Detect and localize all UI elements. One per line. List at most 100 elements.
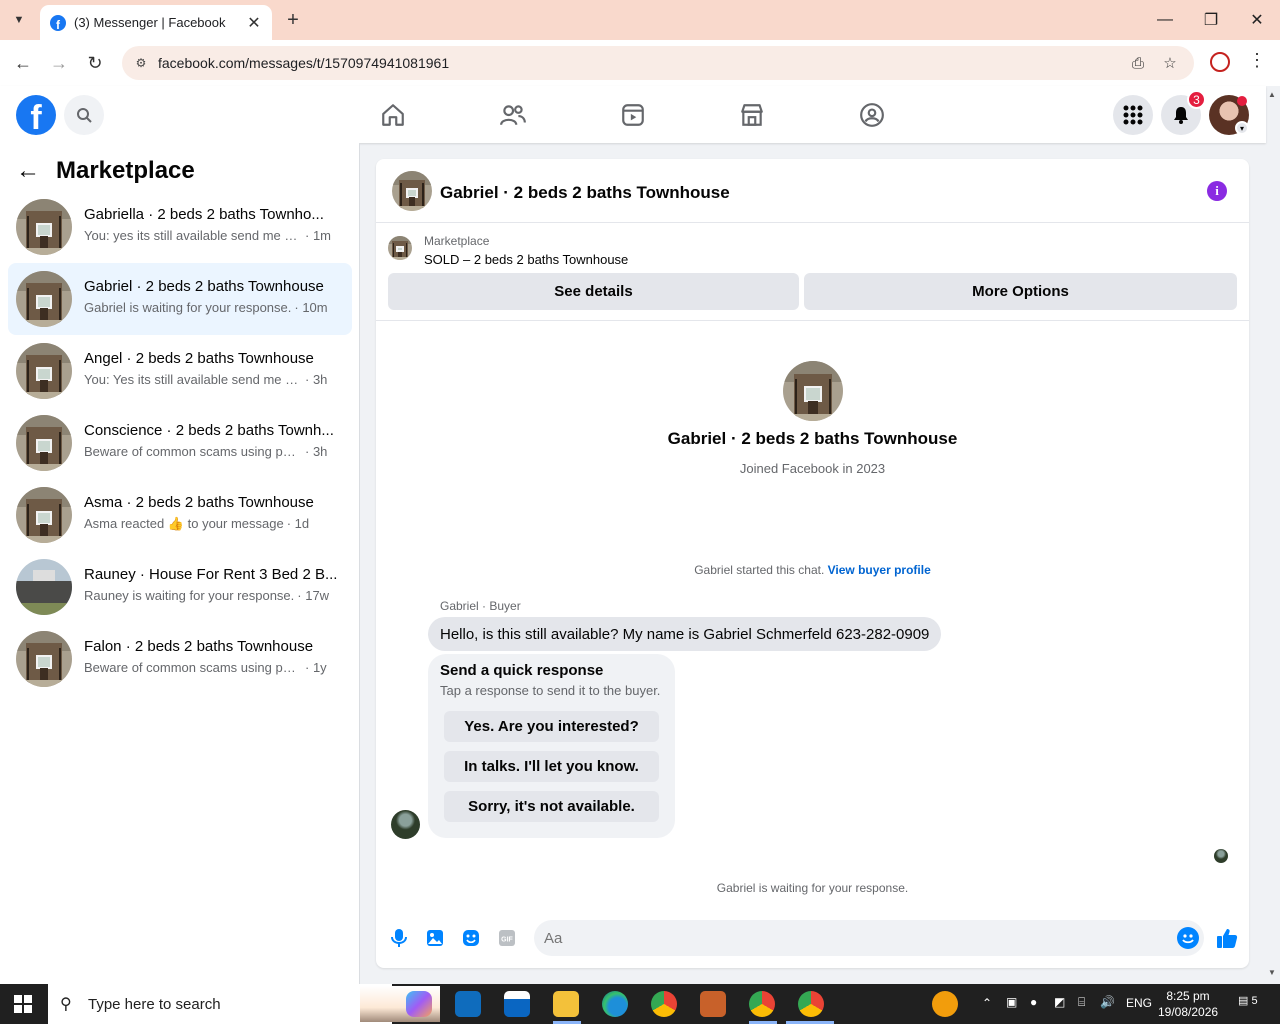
browser-tab[interactable]: f (3) Messenger | Facebook ✕ xyxy=(40,5,272,40)
address-url[interactable]: facebook.com/messages/t/1570974941081961 xyxy=(158,55,449,71)
listing-thumbnail xyxy=(16,199,72,255)
listing-thumbnail xyxy=(16,631,72,687)
conversation-time: · 3h xyxy=(305,372,328,387)
taskbar-clock[interactable]: 8:25 pm 19/08/2026 xyxy=(1158,988,1218,1020)
chat-title[interactable]: Gabriel · 2 beds 2 baths Townhouse xyxy=(440,183,730,203)
taskbar-search[interactable]: ⚲ Type here to search xyxy=(48,984,440,1024)
quick-response-yes-button[interactable]: Yes. Are you interested? xyxy=(444,711,659,742)
store-icon[interactable] xyxy=(504,991,530,1017)
more-options-button[interactable]: More Options xyxy=(804,273,1237,310)
restore-button[interactable]: ❐ xyxy=(1196,8,1226,32)
conversation-time: · 17w xyxy=(297,588,330,603)
nav-home[interactable] xyxy=(374,96,412,134)
back-arrow-icon[interactable]: ← xyxy=(16,157,46,185)
nav-friends[interactable] xyxy=(494,96,532,134)
quick-response-in-talks-button[interactable]: In talks. I'll let you know. xyxy=(444,751,659,782)
new-tab-button[interactable]: + xyxy=(282,8,304,32)
quick-response-title: Send a quick response xyxy=(440,662,604,679)
conversation-item[interactable]: Angel · 2 beds 2 baths Townhouse You: Ye… xyxy=(8,335,352,407)
conversation-item[interactable]: Asma · 2 beds 2 baths Townhouse Asma rea… xyxy=(8,479,352,551)
chrome-profile-icon[interactable] xyxy=(749,991,775,1017)
file-explorer-icon[interactable] xyxy=(553,991,579,1017)
copilot-icon[interactable] xyxy=(406,991,432,1017)
conversation-item[interactable]: Falon · 2 beds 2 baths Townhouse Beware … xyxy=(8,623,352,695)
listing-thumbnail xyxy=(16,271,72,327)
conversation-time: · 3h xyxy=(305,444,328,459)
quick-response-subtitle: Tap a response to send it to the buyer. xyxy=(440,683,661,698)
profile-name: Gabriel · 2 beds 2 baths Townhouse xyxy=(667,429,958,448)
info-icon[interactable]: i xyxy=(1207,181,1227,201)
close-window-button[interactable]: ✕ xyxy=(1242,8,1272,32)
emoji-icon[interactable] xyxy=(1177,927,1199,949)
facebook-logo-icon[interactable]: f xyxy=(16,95,56,135)
quick-response-sorry-button[interactable]: Sorry, it's not available. xyxy=(444,791,659,822)
nav-video[interactable] xyxy=(614,96,652,134)
back-button[interactable]: ← xyxy=(10,50,36,76)
uv-index-icon[interactable] xyxy=(932,991,958,1017)
avatar-alert-dot xyxy=(1237,96,1247,106)
buyer-avatar[interactable] xyxy=(391,810,420,839)
app-shortcut-icon[interactable] xyxy=(700,991,726,1017)
browser-profile-icon[interactable] xyxy=(1210,52,1230,72)
svg-text:GIF: GIF xyxy=(501,937,513,944)
conversation-item[interactable]: Gabriella · 2 beds 2 baths Townho... You… xyxy=(8,191,352,263)
gif-icon[interactable]: GIF xyxy=(496,927,518,949)
outlook-icon[interactable] xyxy=(455,991,481,1017)
listing-thumbnail xyxy=(16,343,72,399)
profile-avatar[interactable] xyxy=(783,361,843,421)
grid-menu-icon xyxy=(1123,105,1143,125)
nav-marketplace[interactable] xyxy=(733,96,771,134)
reload-button[interactable]: ↻ xyxy=(82,50,108,76)
menu-grid-button[interactable] xyxy=(1113,95,1153,135)
listing-thumbnail xyxy=(16,415,72,471)
conversation-name: Gabriella · 2 beds 2 baths Townho... xyxy=(84,206,324,223)
chat-avatar[interactable] xyxy=(392,171,432,211)
message-bubble: Hello, is this still available? My name … xyxy=(428,617,942,651)
language-indicator[interactable]: ENG xyxy=(1126,996,1152,1010)
photo-icon[interactable] xyxy=(424,927,446,949)
network-icon[interactable]: ⌸ xyxy=(1078,995,1085,1010)
search-button[interactable] xyxy=(64,95,104,135)
conversation-item[interactable]: Conscience · 2 beds 2 baths Townh... Bew… xyxy=(8,407,352,479)
browser-menu-icon[interactable]: ⋮ xyxy=(1248,50,1266,71)
groups-icon xyxy=(860,103,884,127)
scroll-up-arrow-icon[interactable]: ▲ xyxy=(1268,90,1276,99)
tab-search-chevron-icon[interactable]: ▼ xyxy=(6,8,32,32)
forward-button[interactable]: → xyxy=(46,50,72,76)
site-settings-icon[interactable]: ⚙ xyxy=(132,54,150,72)
conversation-sidebar: ← Marketplace Gabriella · 2 beds 2 baths… xyxy=(0,143,360,984)
listing-source-label: Marketplace xyxy=(424,234,490,248)
view-buyer-profile-link[interactable]: View buyer profile xyxy=(828,563,931,577)
windows-start-icon[interactable] xyxy=(14,995,32,1013)
conversation-name: Rauney · House For Rent 3 Bed 2 B... xyxy=(84,566,338,583)
conversation-item[interactable]: Rauney · House For Rent 3 Bed 2 B... Rau… xyxy=(8,551,352,623)
microphone-icon[interactable] xyxy=(388,927,410,949)
scroll-down-arrow-icon[interactable]: ▼ xyxy=(1268,968,1276,977)
conversation-preview: Gabriel is waiting for your response. xyxy=(84,300,292,315)
chrome-active-icon[interactable] xyxy=(798,991,824,1017)
tray-chevron-icon[interactable]: ⌃ xyxy=(982,996,992,1010)
chat-started-notice: Gabriel started this chat. View buyer pr… xyxy=(376,563,1249,577)
tray-app-icon[interactable]: ▣ xyxy=(1006,995,1017,1009)
message-input[interactable] xyxy=(544,920,1164,956)
tray-chrome-icon[interactable]: ● xyxy=(1030,995,1037,1009)
sticker-icon[interactable] xyxy=(460,927,482,949)
notification-center-icon[interactable]: ▤ 5 xyxy=(1238,994,1260,1014)
volume-icon[interactable]: 🔊 xyxy=(1100,995,1115,1009)
edge-icon[interactable] xyxy=(602,991,628,1017)
facebook-header: f 3 ▾ xyxy=(0,86,1266,143)
address-bar[interactable]: ⚙ facebook.com/messages/t/15709749410819… xyxy=(122,46,1194,80)
bookmark-star-icon[interactable]: ☆ xyxy=(1160,54,1180,72)
tray-nvidia-icon[interactable]: ◩ xyxy=(1054,995,1065,1009)
see-details-button[interactable]: See details xyxy=(388,273,799,310)
chrome-icon[interactable] xyxy=(651,991,677,1017)
nav-groups[interactable] xyxy=(853,96,891,134)
thumbs-up-icon[interactable] xyxy=(1215,926,1239,950)
minimize-button[interactable]: — xyxy=(1150,8,1180,32)
install-app-icon[interactable]: ⎙ xyxy=(1128,54,1148,72)
listing-thumbnail xyxy=(16,559,72,615)
conversation-item-active[interactable]: Gabriel · 2 beds 2 baths Townhouse Gabri… xyxy=(8,263,352,335)
divider xyxy=(376,320,1249,321)
chevron-down-icon[interactable]: ▾ xyxy=(1235,121,1249,135)
tab-close-icon[interactable]: ✕ xyxy=(246,13,262,33)
